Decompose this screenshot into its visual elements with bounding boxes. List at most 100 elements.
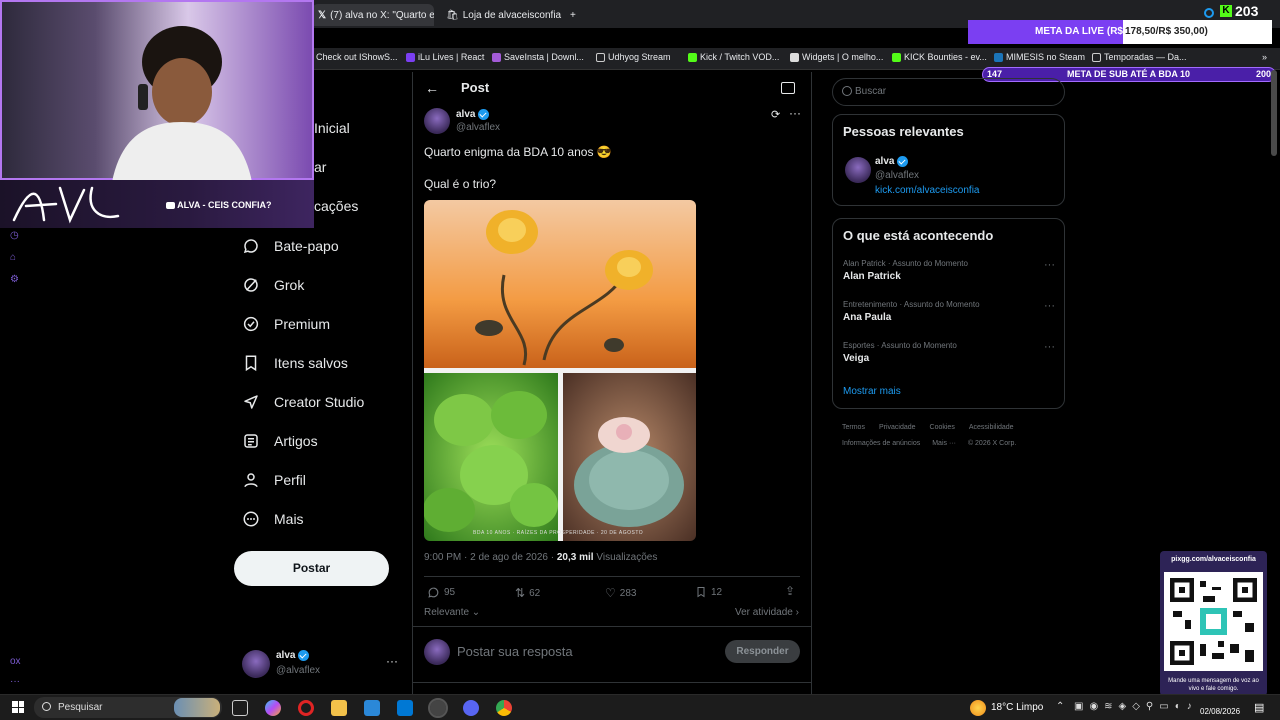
discord-icon[interactable]: [463, 700, 479, 716]
bookmark-item[interactable]: Udhyog Stream: [596, 52, 671, 62]
bookmark-action[interactable]: 12: [695, 586, 722, 598]
more-dots-icon[interactable]: ···: [1044, 259, 1055, 271]
like-action[interactable]: ♡ 283: [605, 586, 636, 600]
reply-button[interactable]: Responder: [725, 640, 800, 663]
nav-item-grok[interactable]: Grok: [242, 276, 304, 294]
footer-link[interactable]: Cookies: [930, 424, 955, 431]
tray-chevron-icon[interactable]: ⌃: [1056, 701, 1064, 712]
footer-link[interactable]: Mais ···: [932, 440, 956, 447]
nav-item-premium[interactable]: Premium: [242, 315, 330, 333]
bookmark-item[interactable]: MIMESIS no Steam: [994, 52, 1085, 62]
card-title: Pessoas relevantes: [843, 124, 964, 139]
sort-dropdown[interactable]: Relevante ⌄: [424, 607, 480, 618]
chrome-icon[interactable]: [496, 700, 512, 716]
image-caption: BDA 10 ANOS · RAÍZES DA PROSPERIDADE · 2…: [473, 530, 644, 536]
nav-item-bookmarks[interactable]: Itens salvos: [242, 354, 348, 372]
relevant-link[interactable]: kick.com/alvaceisconfia: [875, 185, 979, 196]
page-scrollbar[interactable]: [1271, 70, 1277, 156]
notification-icon[interactable]: ▤: [1254, 701, 1264, 714]
system-tray-icons[interactable]: ▣◉≋◈◇⚲▭◐♪: [1074, 701, 1198, 712]
clock-date[interactable]: 02/08/2026: [1200, 707, 1240, 716]
reply-input[interactable]: Postar sua resposta: [457, 644, 573, 659]
view-activity-link[interactable]: Ver atividade ›: [735, 607, 799, 618]
post-image[interactable]: [424, 200, 696, 541]
more-dots-icon[interactable]: ···: [1044, 341, 1055, 353]
more-dots-icon[interactable]: ···: [1044, 300, 1055, 312]
nav-item-more[interactable]: Mais: [242, 510, 304, 528]
search-input[interactable]: Buscar: [855, 86, 886, 97]
bookmark-item[interactable]: iLu Lives | React: [406, 52, 484, 62]
footer-link[interactable]: Termos: [842, 424, 865, 431]
nav-item-profile[interactable]: Perfil: [242, 471, 306, 489]
kick-follower-count: K 203: [1220, 3, 1258, 19]
grok-icon[interactable]: ⟳: [771, 108, 780, 121]
footer-links: Termos Privacidade Cookies Acessibilidad…: [842, 424, 1014, 431]
show-more-link[interactable]: Mostrar mais: [843, 386, 901, 397]
trend-item[interactable]: Esportes · Assunto do Momento Veiga ···: [843, 341, 1055, 364]
taskbar-search[interactable]: Pesquisar: [34, 697, 222, 718]
bookmark-item[interactable]: KICK Bounties - ev...: [892, 52, 987, 62]
bookmark-icon: [492, 52, 501, 62]
obs-icon[interactable]: [428, 698, 448, 718]
browser-tab-active[interactable]: 𝕏 (7) alva no X: "Quarto enig: [312, 4, 434, 26]
footer-link[interactable]: Informações de anúncios: [842, 440, 920, 447]
file-explorer-icon[interactable]: [331, 700, 347, 716]
nav-item-chat[interactable]: Bate-papo: [242, 237, 339, 255]
bookmark-icon: [245, 355, 257, 372]
more-dots-icon[interactable]: ···: [386, 654, 398, 668]
post-text: Quarto enigma da BDA 10 anos 😎: [424, 145, 612, 159]
author-name-row[interactable]: alva: [456, 109, 490, 120]
bookmark-item[interactable]: Kick / Twitch VOD...: [688, 52, 779, 62]
more-dots-icon[interactable]: ···: [10, 676, 20, 687]
settings-icon[interactable]: ⚙: [10, 274, 19, 285]
qr-url: pixgg.com/alvaceisconfia: [1171, 556, 1256, 563]
trend-item[interactable]: Alan Patrick · Assunto do Momento Alan P…: [843, 259, 1055, 282]
relevant-handle[interactable]: @alvaflex: [875, 170, 919, 181]
outlook-icon[interactable]: [397, 700, 413, 716]
relevant-name-row[interactable]: alva: [875, 156, 909, 167]
more-circle-icon: [243, 511, 259, 527]
microsoft-store-icon[interactable]: [364, 700, 380, 716]
bookmark-item[interactable]: Check out IShowS...: [316, 52, 398, 62]
extension-icon[interactable]: ⌂: [10, 252, 16, 263]
bookmark-item[interactable]: Widgets | O melho...: [790, 52, 883, 62]
repost-action[interactable]: ⇅ 62: [515, 586, 540, 600]
extension-icon[interactable]: ox: [10, 656, 21, 667]
webcam-overlay: ALVA - CEIS CONFIA?: [0, 0, 314, 228]
task-view-icon[interactable]: [232, 700, 248, 716]
meta-live-bar: META DA LIVE (R$ 178,50/R$ 350,00): [968, 20, 1272, 44]
account-switcher[interactable]: alva @alvaflex ···: [242, 648, 407, 680]
weather-widget[interactable]: 18°C Limpo: [991, 702, 1043, 713]
author-handle[interactable]: @alvaflex: [456, 122, 500, 133]
footer-link[interactable]: Privacidade: [879, 424, 916, 431]
back-arrow-icon[interactable]: ←: [425, 80, 439, 96]
bookmark-item[interactable]: SaveInsta | Downl...: [492, 52, 584, 62]
avatar[interactable]: [845, 157, 871, 183]
search-box[interactable]: Buscar: [832, 78, 1065, 106]
bookmark-icon: [688, 52, 697, 62]
nav-item-articles[interactable]: Artigos: [242, 432, 318, 450]
footer-link[interactable]: Acessibilidade: [969, 424, 1014, 431]
more-dots-icon[interactable]: ···: [789, 106, 801, 120]
bookmark-item[interactable]: Temporadas — Da...: [1092, 52, 1187, 62]
reader-icon[interactable]: [781, 82, 795, 94]
taskbar-search-input[interactable]: Pesquisar: [58, 702, 102, 713]
reply-action[interactable]: 95: [427, 586, 455, 599]
windows-start-icon[interactable]: [12, 701, 24, 713]
author-avatar[interactable]: [424, 108, 450, 134]
reply-icon: [428, 587, 439, 598]
history-icon[interactable]: ◷: [10, 230, 19, 241]
bookmarks-overflow-icon[interactable]: »: [1262, 52, 1267, 62]
share-icon[interactable]: ⇪: [785, 584, 795, 598]
bookmark-icon: [790, 52, 799, 62]
copilot-icon[interactable]: [265, 700, 281, 716]
bookmark-icon: [406, 52, 415, 62]
post-button[interactable]: Postar: [234, 551, 389, 586]
opera-icon[interactable]: [298, 700, 314, 716]
browser-tab[interactable]: 🛍 Loja de alvaceisconfia | O: [440, 4, 562, 26]
post-column: ← Post alva @alvaflex ⟳ ··· Quarto enigm…: [412, 72, 812, 694]
nav-item-creator-studio[interactable]: Creator Studio: [242, 393, 364, 411]
nav-label: ar: [314, 159, 327, 175]
trend-item[interactable]: Entretenimento · Assunto do Momento Ana …: [843, 300, 1055, 323]
new-tab-button[interactable]: +: [564, 4, 582, 26]
